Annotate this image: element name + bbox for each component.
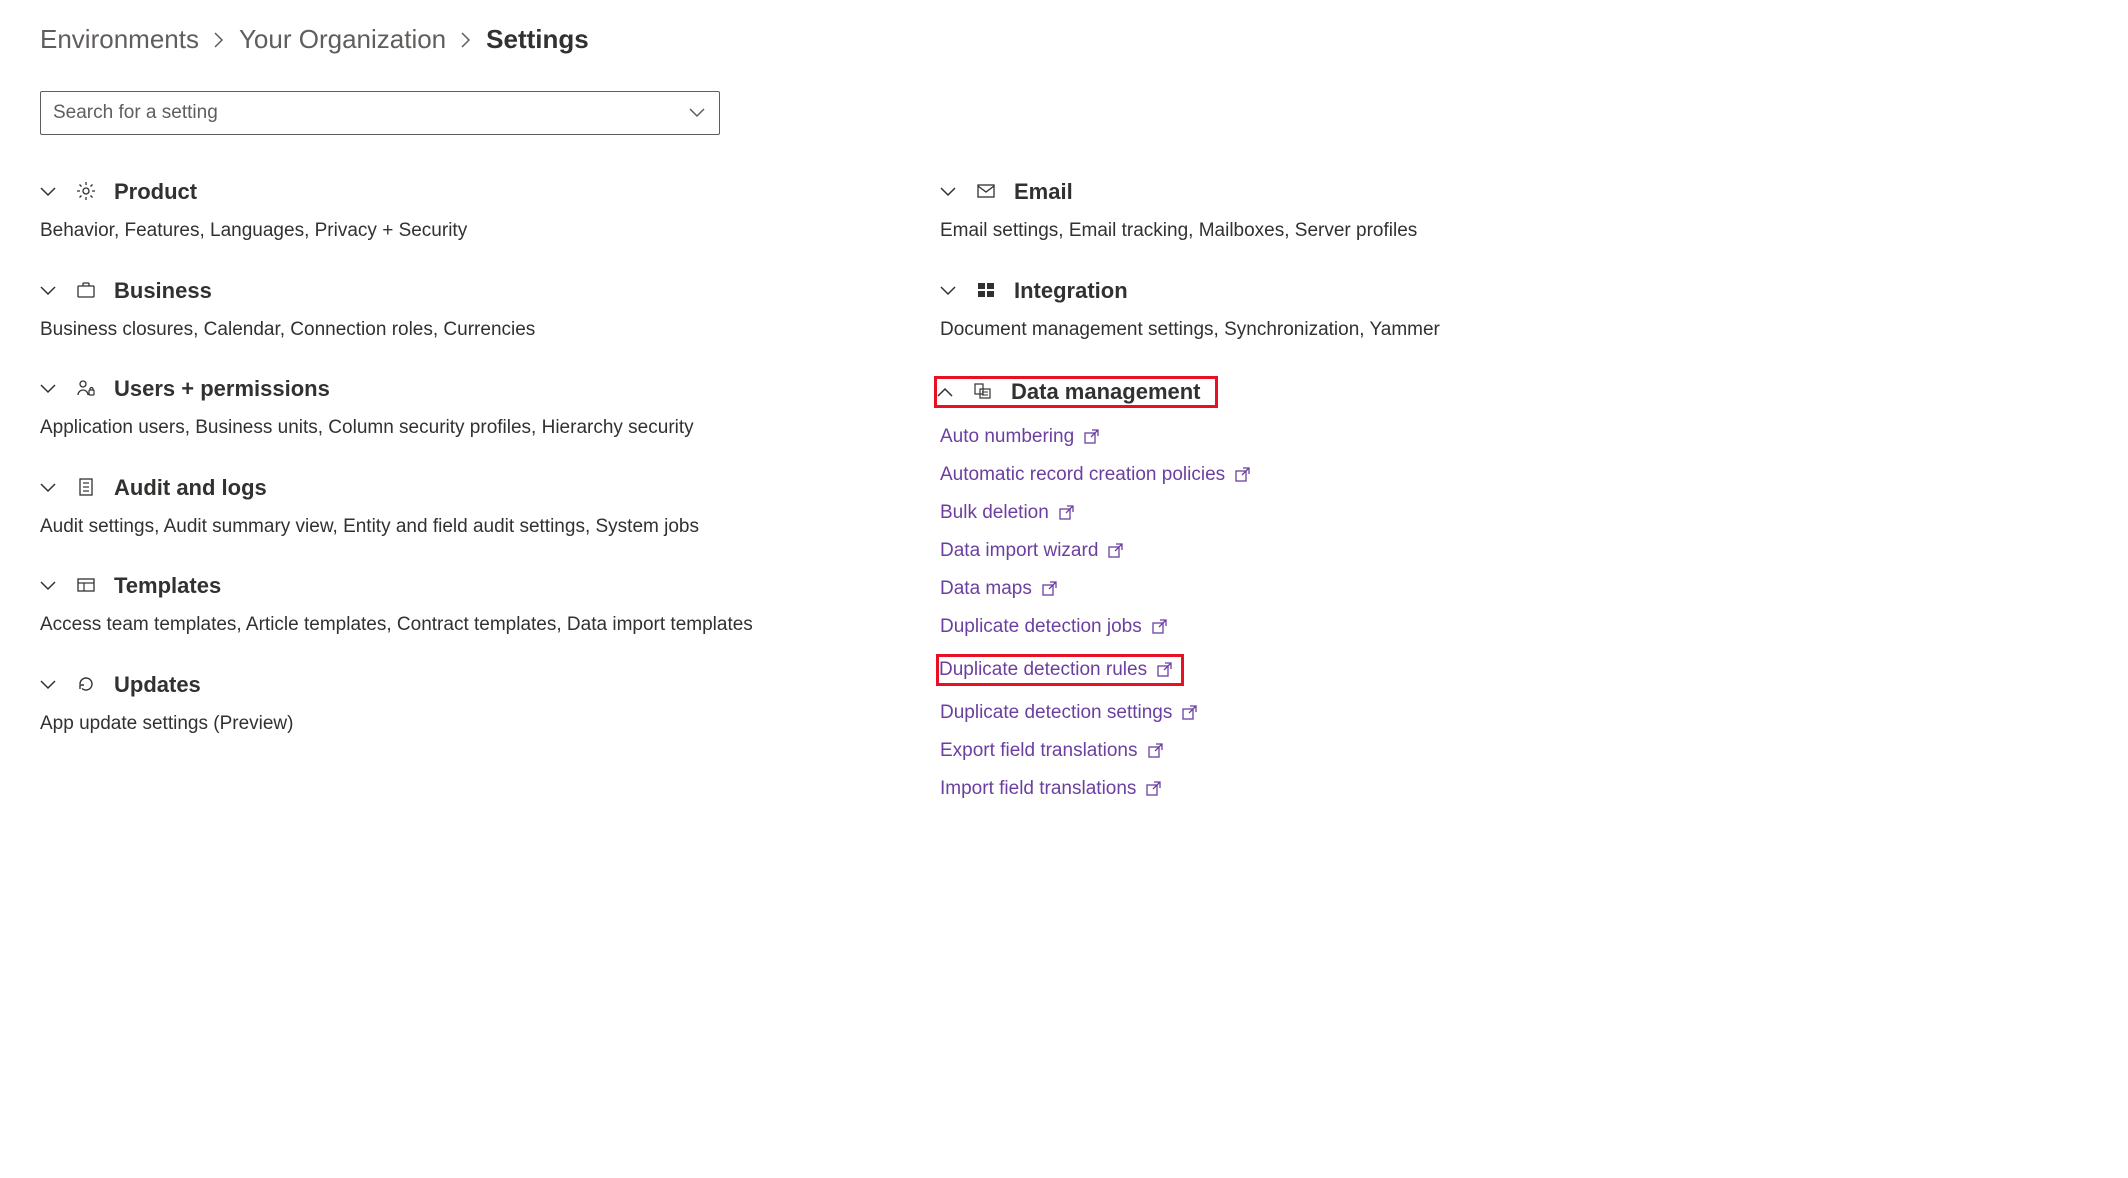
chevron-down-icon xyxy=(40,384,60,394)
chevron-right-icon xyxy=(460,32,472,48)
section-title: Data management xyxy=(1011,379,1201,405)
link-bulk-deletion[interactable]: Bulk deletion xyxy=(940,502,1480,524)
section-email: Email Email settings, Email tracking, Ma… xyxy=(940,179,1480,246)
external-link-icon xyxy=(1182,705,1198,721)
external-link-icon xyxy=(1146,781,1162,797)
section-header-users[interactable]: Users + permissions xyxy=(40,376,900,402)
section-templates: Templates Access team templates, Article… xyxy=(40,573,900,640)
section-header-data-management[interactable]: Data management xyxy=(937,379,1201,405)
link-duplicate-detection-settings[interactable]: Duplicate detection settings xyxy=(940,702,1480,724)
chevron-down-icon xyxy=(40,286,60,296)
external-link-icon xyxy=(1235,467,1251,483)
section-header-email[interactable]: Email xyxy=(940,179,1480,205)
section-summary: Application users, Business units, Colum… xyxy=(40,414,900,443)
section-title: Templates xyxy=(114,573,221,599)
section-summary: Audit settings, Audit summary view, Enti… xyxy=(40,513,900,542)
section-header-audit[interactable]: Audit and logs xyxy=(40,475,900,501)
document-list-icon xyxy=(76,477,98,499)
breadcrumb: Environments Your Organization Settings xyxy=(40,24,2088,55)
section-summary: Business closures, Calendar, Connection … xyxy=(40,316,900,345)
link-automatic-record-creation[interactable]: Automatic record creation policies xyxy=(940,464,1480,486)
section-title: Integration xyxy=(1014,278,1128,304)
settings-column-left: Product Behavior, Features, Languages, P… xyxy=(40,179,900,832)
external-link-icon xyxy=(1152,619,1168,635)
section-header-updates[interactable]: Updates xyxy=(40,672,900,698)
search-setting-combobox[interactable] xyxy=(40,91,720,135)
section-summary: Email settings, Email tracking, Mailboxe… xyxy=(940,217,1480,246)
section-summary: Document management settings, Synchroniz… xyxy=(940,316,1480,345)
section-summary: Behavior, Features, Languages, Privacy +… xyxy=(40,217,900,246)
chevron-right-icon xyxy=(213,32,225,48)
section-title: Users + permissions xyxy=(114,376,330,402)
external-link-icon xyxy=(1084,429,1100,445)
external-link-icon xyxy=(1042,581,1058,597)
settings-column-right: Email Email settings, Email tracking, Ma… xyxy=(940,179,1480,832)
chevron-down-icon xyxy=(940,187,960,197)
section-data-management: Data management Auto numbering Automatic… xyxy=(940,376,1480,800)
chevron-down-icon xyxy=(40,483,60,493)
mail-icon xyxy=(976,181,998,203)
section-audit-logs: Audit and logs Audit settings, Audit sum… xyxy=(40,475,900,542)
section-business: Business Business closures, Calendar, Co… xyxy=(40,278,900,345)
data-management-links: Auto numbering Automatic record creation… xyxy=(940,426,1480,800)
section-title: Business xyxy=(114,278,212,304)
link-data-maps[interactable]: Data maps xyxy=(940,578,1480,600)
chevron-down-icon xyxy=(940,286,960,296)
section-header-business[interactable]: Business xyxy=(40,278,900,304)
chevron-down-icon[interactable] xyxy=(689,108,705,118)
gear-icon xyxy=(76,181,98,203)
breadcrumb-item[interactable]: Your Organization xyxy=(239,24,446,55)
briefcase-icon xyxy=(76,280,98,302)
external-link-icon xyxy=(1108,543,1124,559)
link-duplicate-detection-jobs[interactable]: Duplicate detection jobs xyxy=(940,616,1480,638)
chevron-down-icon xyxy=(40,581,60,591)
section-title: Audit and logs xyxy=(114,475,267,501)
refresh-icon xyxy=(76,674,98,696)
external-link-icon xyxy=(1148,743,1164,759)
chevron-down-icon xyxy=(40,187,60,197)
section-summary: Access team templates, Article templates… xyxy=(40,611,900,640)
windows-icon xyxy=(976,280,998,302)
breadcrumb-item[interactable]: Environments xyxy=(40,24,199,55)
chevron-down-icon xyxy=(40,680,60,690)
external-link-icon xyxy=(1157,662,1173,678)
people-lock-icon xyxy=(76,378,98,400)
templates-icon xyxy=(76,575,98,597)
breadcrumb-current: Settings xyxy=(486,24,589,55)
section-title: Email xyxy=(1014,179,1073,205)
section-header-integration[interactable]: Integration xyxy=(940,278,1480,304)
link-import-field-translations[interactable]: Import field translations xyxy=(940,778,1480,800)
section-title: Updates xyxy=(114,672,201,698)
section-header-product[interactable]: Product xyxy=(40,179,900,205)
section-integration: Integration Document management settings… xyxy=(940,278,1480,345)
chevron-up-icon xyxy=(937,387,957,397)
search-input[interactable] xyxy=(53,102,707,124)
section-header-templates[interactable]: Templates xyxy=(40,573,900,599)
section-users-permissions: Users + permissions Application users, B… xyxy=(40,376,900,443)
link-auto-numbering[interactable]: Auto numbering xyxy=(940,426,1480,448)
database-icon xyxy=(973,381,995,403)
link-export-field-translations[interactable]: Export field translations xyxy=(940,740,1480,762)
section-title: Product xyxy=(114,179,197,205)
section-summary: App update settings (Preview) xyxy=(40,710,900,739)
link-duplicate-detection-rules[interactable]: Duplicate detection rules xyxy=(939,659,1173,681)
external-link-icon xyxy=(1059,505,1075,521)
link-data-import-wizard[interactable]: Data import wizard xyxy=(940,540,1480,562)
section-updates: Updates App update settings (Preview) xyxy=(40,672,900,739)
section-product: Product Behavior, Features, Languages, P… xyxy=(40,179,900,246)
